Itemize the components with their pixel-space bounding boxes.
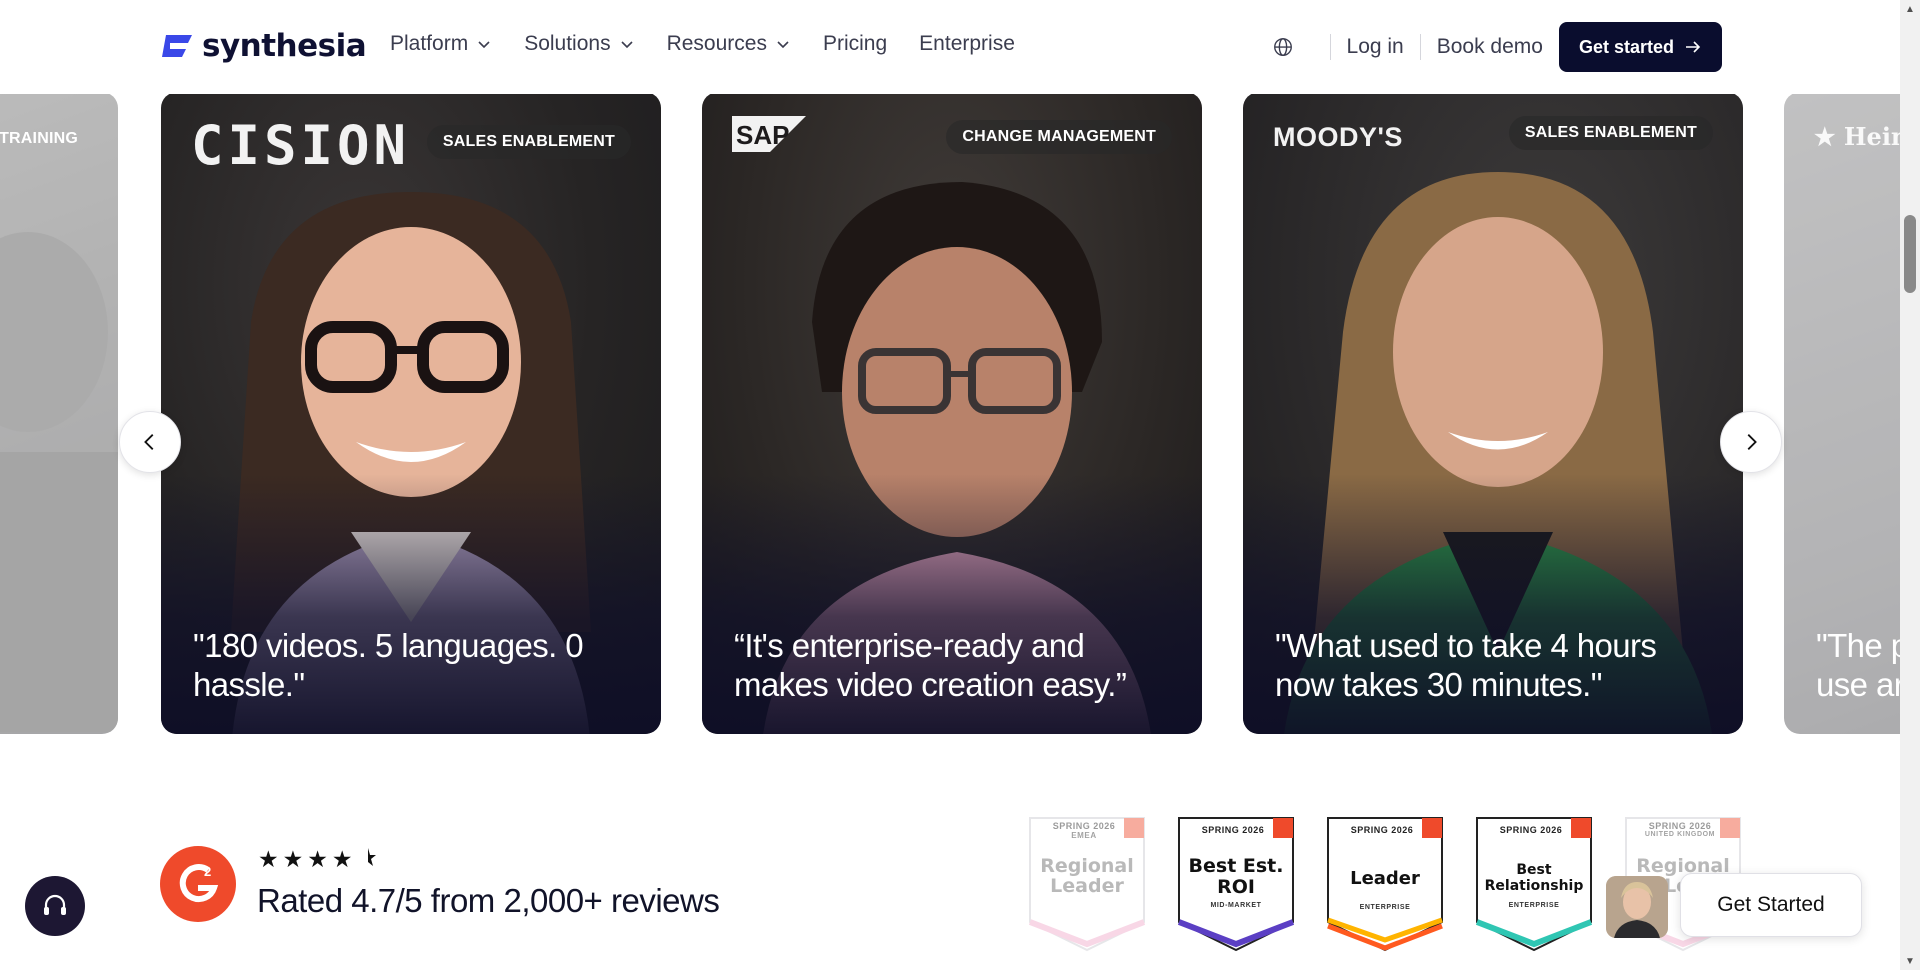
badge-season: SPRING 2026 xyxy=(1648,821,1712,831)
card-tag: CHANGE MANAGEMENT xyxy=(946,120,1172,154)
testimonial-card-sap[interactable]: SAP CHANGE MANAGEMENT “It's enterprise-r… xyxy=(702,92,1202,734)
book-demo-link[interactable]: Book demo xyxy=(1437,35,1543,59)
g2-badge-best-est-roi: SPRING 2026 Best Est. ROI MID-MARKET xyxy=(1177,816,1295,952)
testimonial-card-cision[interactable]: CISION SALES ENABLEMENT "180 videos. 5 l… xyxy=(161,92,661,734)
nav-platform[interactable]: Platform xyxy=(390,32,492,56)
nav-label: Platform xyxy=(390,32,469,55)
brand-logo-cision: CISION xyxy=(191,114,411,177)
login-link[interactable]: Log in xyxy=(1347,35,1404,59)
badge-season: SPRING 2026 xyxy=(1350,825,1414,835)
testimonial-card-partial-left[interactable]: TRAINING xyxy=(0,92,118,734)
floating-get-started-button[interactable]: Get Started xyxy=(1680,873,1862,937)
carousel-next-button[interactable] xyxy=(1720,411,1782,473)
scroll-down-arrow-icon[interactable]: ▼ xyxy=(1900,952,1920,970)
stars-full: ★★★★ xyxy=(258,846,357,872)
badge-season: SPRING 2026 xyxy=(1499,825,1563,835)
nav-label: Solutions xyxy=(524,32,611,55)
brand-logo-sap: SAP xyxy=(732,116,806,157)
arrow-right-icon xyxy=(1686,41,1701,53)
card-tag: TRAINING xyxy=(0,130,78,147)
badge-season: SPRING 2026 xyxy=(1052,821,1116,831)
divider xyxy=(1419,34,1421,60)
badge-title: Regional Leader xyxy=(1040,855,1134,897)
main-nav: Platform Solutions Resources Pricing Ent… xyxy=(390,32,1047,56)
carousel-prev-button[interactable] xyxy=(119,411,181,473)
header-actions: Log in Book demo Get started xyxy=(1272,22,1722,72)
g2-badge-best-relationship: SPRING 2026 Best Relationship ENTERPRISE xyxy=(1475,816,1593,952)
card-quote: “It's enterprise-ready and makes video c… xyxy=(734,627,1127,703)
card-tag: SALES ENABLEMENT xyxy=(1508,116,1713,150)
nav-enterprise[interactable]: Enterprise xyxy=(919,32,1015,56)
synthesia-mark-icon xyxy=(162,35,192,57)
chevron-left-icon xyxy=(144,434,154,450)
svg-text:SAP: SAP xyxy=(736,120,789,150)
nav-label: Resources xyxy=(666,32,767,55)
testimonial-card-moodys[interactable]: MOODY'S SALES ENABLEMENT "What used to t… xyxy=(1243,92,1743,734)
g2-badge-regional-leader-emea: SPRING 2026 EMEA Regional Leader xyxy=(1028,816,1146,952)
person-photo xyxy=(0,232,118,732)
brand-logo-moodys: MOODY'S xyxy=(1273,122,1403,152)
get-started-label: Get started xyxy=(1578,36,1674,57)
chevron-down-icon xyxy=(621,41,633,49)
badge-sub: MID-MARKET xyxy=(1210,902,1262,909)
badge-region: EMEA xyxy=(1071,831,1097,840)
badge-sub: ENTERPRISE xyxy=(1359,904,1411,911)
site-header: synthesia Platform Solutions Resources P… xyxy=(0,0,1900,94)
badge-region: UNITED KINGDOM xyxy=(1644,831,1716,838)
logo-text: synthesia xyxy=(202,28,367,64)
assistant-avatar[interactable] xyxy=(1606,876,1668,938)
g2-logo: 2 xyxy=(160,846,236,922)
star-rating: ★★★★ xyxy=(258,846,377,873)
page-scrollbar[interactable]: ▲ ▼ xyxy=(1900,0,1920,970)
chevron-right-icon xyxy=(1747,434,1757,450)
svg-text:2: 2 xyxy=(204,864,211,879)
headset-icon xyxy=(44,894,66,915)
nav-label: Pricing xyxy=(822,32,888,55)
nav-solutions[interactable]: Solutions xyxy=(524,32,634,56)
nav-label: Enterprise xyxy=(919,32,1015,55)
nav-pricing[interactable]: Pricing xyxy=(823,32,887,56)
badge-title: Leader xyxy=(1350,868,1420,889)
card-quote: "180 videos. 5 languages. 0 hassle." xyxy=(193,627,584,703)
brand-logo-heineken: ★ Hein xyxy=(1814,122,1909,151)
chevron-down-icon xyxy=(777,41,789,49)
page: TRAINING CISION SALES ENABLEMENT "180 vi… xyxy=(0,0,1920,970)
rating-summary: Rated 4.7/5 from 2,000+ reviews xyxy=(257,882,720,919)
chevron-down-icon xyxy=(478,41,490,49)
badge-title: Best Relationship xyxy=(1484,862,1584,894)
divider xyxy=(1329,34,1331,60)
globe-icon[interactable] xyxy=(1272,36,1294,58)
testimonial-carousel: TRAINING CISION SALES ENABLEMENT "180 vi… xyxy=(0,0,1920,760)
scrollbar-thumb[interactable] xyxy=(1904,215,1916,293)
scroll-up-arrow-icon[interactable]: ▲ xyxy=(1900,0,1920,18)
nav-resources[interactable]: Resources xyxy=(667,32,791,56)
badge-sub: ENTERPRISE xyxy=(1508,902,1560,909)
get-started-button[interactable]: Get started xyxy=(1558,22,1722,72)
half-star-icon xyxy=(368,848,377,866)
card-tag: SALES ENABLEMENT xyxy=(426,125,631,159)
card-quote: "What used to take 4 hours now takes 30 … xyxy=(1275,627,1657,703)
g2-icon: 2 xyxy=(179,864,219,903)
badge-season: SPRING 2026 xyxy=(1201,825,1265,835)
synthesia-logo[interactable]: synthesia xyxy=(160,28,367,64)
g2-badge-leader-enterprise: SPRING 2026 Leader ENTERPRISE xyxy=(1326,816,1444,952)
support-chat-button[interactable] xyxy=(25,876,85,936)
avatar-photo xyxy=(1606,876,1668,938)
badge-title: Best Est. ROI xyxy=(1188,855,1284,898)
